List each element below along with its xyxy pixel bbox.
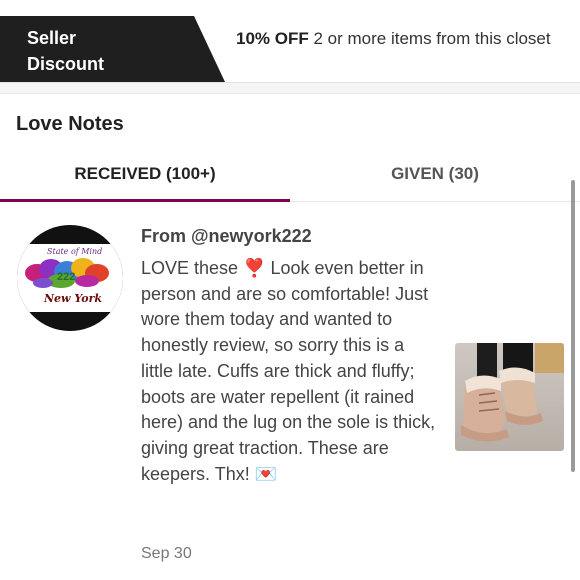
seller-discount-tag: Seller Discount (0, 16, 225, 82)
heart-exclamation-emoji: ❣️ (243, 258, 266, 278)
boots-photo-graphic (455, 343, 564, 451)
listing-photo-boots[interactable] (455, 343, 564, 451)
tab-received[interactable]: RECEIVED (100+) (0, 150, 290, 202)
avatar-city-text: New York (44, 292, 103, 305)
section-divider (0, 82, 580, 94)
discount-condition: 2 or more items from this closet (313, 29, 551, 48)
note-author[interactable]: From @newyork222 (141, 226, 312, 247)
tab-given[interactable]: GIVEN (30) (290, 150, 580, 201)
seller-discount-tag-label: Seller Discount (27, 25, 177, 77)
tag-line-1: Seller (27, 28, 77, 48)
love-letter-emoji: 💌 (254, 463, 278, 484)
section-title: Love Notes (16, 113, 124, 135)
scrollbar[interactable] (571, 180, 575, 472)
avatar-number: 222 (57, 271, 76, 283)
avatar-brand-text: State of Mind (47, 247, 103, 256)
avatar[interactable]: State of Mind 222 New York (17, 225, 123, 331)
note-text-part-2: Look even better in person and are so co… (141, 258, 436, 484)
discount-percent: 10% OFF (236, 29, 309, 48)
tag-line-2: Discount (27, 54, 105, 74)
discount-offer-text: 10% OFF 2 or more items from this closet (236, 26, 556, 51)
note-body: LOVE these ❣️ Look even better in person… (141, 256, 441, 487)
top-strip (0, 0, 580, 17)
note-date: Sep 30 (141, 545, 192, 562)
tab-received-label: RECEIVED (100+) (74, 164, 216, 183)
love-notes-tabs: RECEIVED (100+) GIVEN (30) (0, 150, 580, 202)
tab-given-label: GIVEN (30) (391, 164, 479, 183)
active-tab-underline (0, 199, 290, 202)
seller-discount-banner[interactable]: Seller Discount 10% OFF 2 or more items … (0, 16, 580, 82)
note-text-part-1: LOVE these (141, 258, 239, 278)
